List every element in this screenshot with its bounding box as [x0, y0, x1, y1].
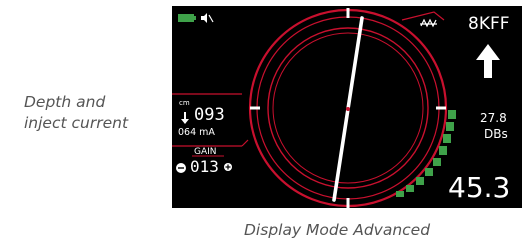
- frequency-label: 8KFF: [468, 14, 510, 34]
- needle-center: [346, 107, 350, 111]
- locator-display: 8KFF 27.8 DBs cm 093 064 mA GAIN 013 45.…: [172, 6, 522, 208]
- side-caption: Depth and inject current: [24, 93, 129, 132]
- up-arrow-icon: [476, 44, 500, 78]
- depth-arrow-icon: [181, 112, 189, 124]
- gain-value: 013: [190, 157, 219, 176]
- signal-strength-value: 27.8: [480, 111, 507, 125]
- depth-unit: cm: [179, 99, 190, 107]
- inject-current: 064 mA: [178, 127, 215, 138]
- readout-value: 45.3: [448, 171, 511, 204]
- signal-icon: [420, 18, 437, 28]
- bracket-line: [401, 11, 445, 21]
- gain-divider-hook: [241, 139, 249, 147]
- plus-icon[interactable]: [224, 163, 232, 171]
- bottom-caption: Display Mode Advanced: [244, 221, 431, 239]
- battery-icon: [178, 14, 196, 22]
- depth-value: 093: [194, 105, 225, 125]
- speaker-muted-icon: [201, 13, 214, 23]
- gain-label: GAIN: [194, 147, 217, 157]
- signal-strength-unit: DBs: [484, 127, 508, 141]
- minus-icon[interactable]: [176, 163, 186, 173]
